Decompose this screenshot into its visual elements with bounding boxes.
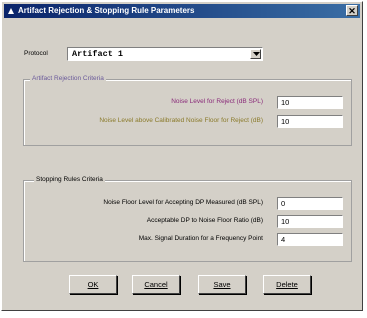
dropdown-button[interactable]	[250, 49, 261, 59]
artifact-rejection-group	[23, 79, 352, 146]
stopping-rules-legend: Stopping Rules Criteria	[34, 176, 105, 183]
cancel-button[interactable]: Cancel	[132, 275, 180, 294]
noise-level-reject-label: Noise Level for Reject (dB SPL)	[171, 98, 263, 105]
delete-button[interactable]: Delete	[263, 275, 311, 294]
dialog-window: Artifact Rejection & Stopping Rule Param…	[1, 1, 363, 311]
ok-button[interactable]: OK	[69, 275, 117, 294]
max-signal-duration-label: Max. Signal Duration for a Frequency Poi…	[138, 235, 263, 242]
noise-above-floor-input[interactable]: 10	[277, 115, 343, 128]
max-signal-duration-input[interactable]: 4	[277, 233, 343, 246]
noise-level-reject-input[interactable]: 10	[277, 96, 343, 109]
noise-floor-accept-label: Noise Floor Level for Accepting DP Measu…	[103, 199, 263, 206]
app-icon	[8, 8, 14, 14]
dp-noise-ratio-label: Acceptable DP to Noise Floor Ratio (dB)	[146, 217, 263, 224]
noise-floor-accept-input[interactable]: 0	[277, 197, 343, 210]
close-icon: ✕	[348, 6, 356, 16]
chevron-down-icon	[253, 52, 260, 56]
protocol-value: Artifact 1	[72, 49, 124, 59]
window-title: Artifact Rejection & Stopping Rule Param…	[18, 6, 195, 15]
dp-noise-ratio-input[interactable]: 10	[277, 215, 343, 228]
protocol-dropdown[interactable]: Artifact 1	[67, 47, 263, 61]
protocol-label: Protocol	[24, 50, 48, 57]
close-button[interactable]: ✕	[346, 5, 358, 16]
noise-above-floor-label: Noise Level above Calibrated Noise Floor…	[99, 117, 263, 124]
artifact-rejection-legend: Artifact Rejection Criteria	[30, 75, 106, 82]
save-button[interactable]: Save	[198, 275, 246, 294]
title-bar[interactable]: Artifact Rejection & Stopping Rule Param…	[4, 4, 360, 18]
